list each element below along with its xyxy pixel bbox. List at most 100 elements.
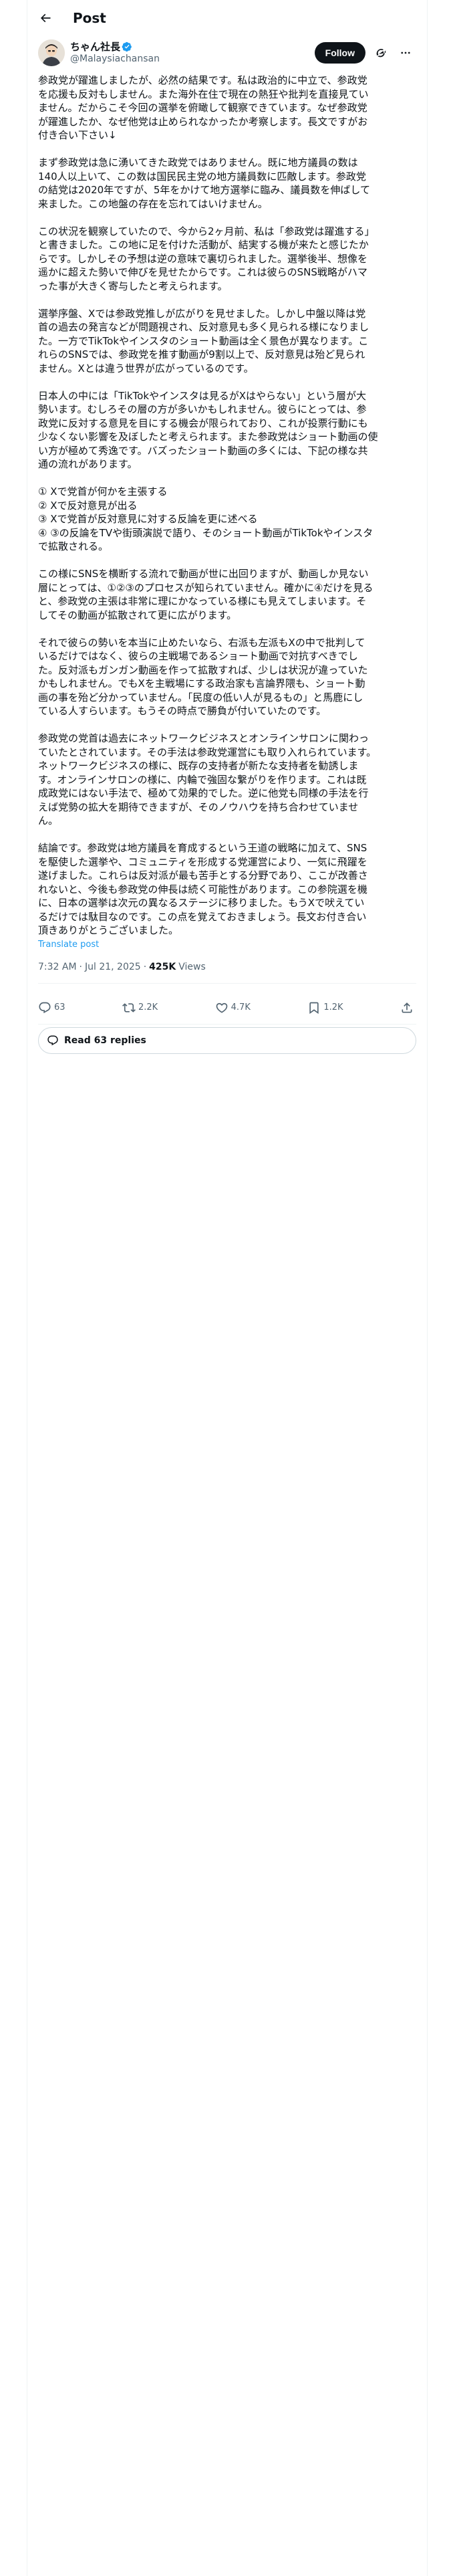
post-text-line: 政党に反対する意見を目にする機会が限られており、これが投票行動にも [38,417,368,429]
page-title: Post [73,9,106,26]
post-paragraph: 参政党が躍進しましたが、必然の結果です。私は政治的に中立で、参政党 を応援も反対も… [38,74,416,142]
post-text-line: が躍進したか、なぜ他党は止められなかったか考察します。長文ですがお [38,115,368,128]
post-text-line: ② Xで反対意見が出る [38,499,138,512]
author-names: ちゃん社長 @Malaysiachansan [70,41,315,65]
post-paragraph: それで彼らの勢いを本当に止めたいなら、右派も左派もXの中で批判して いるだけではな… [38,636,416,718]
post-text-line: 遥かに超えた勢いで伸びを見せたからです。これは彼らのSNS戦略がハマ [38,266,367,278]
post-text-line: 頂きありがとうございました。 [38,924,179,936]
repost-count: 2.2K [138,1002,158,1012]
post-text-line: ① Xで党首が何かを主張する [38,486,168,498]
arrow-left-icon [40,13,51,22]
grok-icon[interactable] [369,42,391,64]
post-text-line: ていたとされています。その手法は参政党運営にも取り入れられています。 [38,746,377,758]
like-button[interactable]: 4.7K [215,1001,251,1014]
post-text-line: ません。だからこそ今回の選挙を俯瞰して観察できています。なぜ参政党 [38,102,367,114]
post-text-line: 少なくない影響を及ぼしたと考えられます。また参政党はショート動画の使 [38,431,378,443]
views-label: Views [178,961,206,972]
translate-post-link[interactable]: Translate post [27,939,427,951]
share-upload-icon [402,1002,412,1012]
post-text-line: るだけでは駄目なのです。この点を覚えておきましょう。長文お付き合い [38,910,367,923]
post-paragraph: 参政党の党首は過去にネットワークビジネスとオンラインサロンに関わっ ていたとされて… [38,732,416,828]
post-text-line: を応援も反対もしません。また海外在住で現在の熱狂や批判を直接見てい [38,88,369,100]
post-text-line: 日本人の中には「TikTokやインスタは見るがXはやらない」という層が大 [38,389,367,402]
post-text-line: ている人すらいます。もうその時点で勝負が付いていたのです。 [38,705,327,717]
post-text-line: ません。Xとは違う世界が広がっているのです。 [38,362,254,374]
post-author-header: ちゃん社長 @Malaysiachansan Follow [27,35,427,66]
post-paragraph: 選挙序盤、Xでは参政党推しが広がりを見せました。しかし中盤以降は党 首の過去の発言… [38,307,416,376]
share-button[interactable] [400,1001,416,1014]
post-meta: 7:32 AM · Jul 21, 2025 · 425K Views [27,960,427,974]
meta-separator: · [79,961,82,972]
post-text-line: と書きました。この地に足を付けた活動が、結実する機が来たと感じたか [38,239,369,251]
post-paragraph: この様にSNSを横断する流れで動画が世に出回りますが、動画しか見ない 層にとっては… [38,567,416,622]
post-text-line: この様にSNSを横断する流れで動画が世に出回りますが、動画しか見ない [38,568,369,580]
post-text-line: 140人以上いて、この数は国民民主党の地方議員数に匹敵します。参政党 [38,170,366,183]
post-text-line: 首の過去の発言などが問題視され、反対意見も多く見られる様になりまし [38,321,369,333]
post-text-line: まず参政党は急に湧いてきた政党ではありません。既に地方議員の数は [38,156,358,169]
read-replies-button[interactable]: Read 63 replies [38,1027,416,1054]
divider [38,1023,416,1025]
post-text-line: 勢います。むしろその層の方が多いかもしれません。彼らにとっては、参 [38,403,367,415]
reply-count: 63 [54,1002,65,1012]
post-text-line: の結党は2020年ですが、5年をかけて地方選挙に臨み、議員数を伸ばして [38,184,370,196]
post-text-line: ん。 [38,815,59,827]
post-text-line: を駆使した選挙や、コミュニティを形成する党運営により、一気に飛躍を [38,855,367,868]
post-text-line: 層にとっては、①②③のプロセスが知られていません。確かに④だけを見る [38,581,373,594]
post-text-line: 通の流れがあります。 [38,458,138,470]
post-text-line: った事が大きく寄与したと考えられます。 [38,280,228,292]
reply-button[interactable]: 63 [38,1001,65,1014]
post-paragraph: まず参政党は急に湧いてきた政党ではありません。既に地方議員の数は 140人以上いて… [38,156,416,211]
handle[interactable]: @Malaysiachansan [70,53,315,65]
display-name[interactable]: ちゃん社長 [70,41,120,53]
avatar[interactable] [38,39,65,66]
bookmark-button[interactable]: 1.2K [307,1001,343,1014]
meta-separator: · [143,961,147,972]
post-text-line: 参政党が躍進しましたが、必然の結果です。私は政治的に中立で、参政党 [38,74,367,86]
divider [38,982,416,984]
action-bar: 63 2.2K 4.7K 1.2K [27,992,427,1024]
post-text-line: と、参政党の主張は非常に理にかなっている様にも見えてしまいます。そ [38,595,367,607]
post-text-line: い方が極めて秀逸です。バズったショート動画の多くには、下記の様な共 [38,444,368,457]
post-text-line: ネットワークビジネスの様に、既存の支持者が新たな支持者を勧誘しま [38,760,359,772]
post-text-line: 画の事を殆ど分かっていません。「民度の低い人が見るもの」と馬鹿にし [38,691,363,704]
post-text-line: れないと、今後も参政党の伸長は続く可能性があります。この参院選を機 [38,883,367,895]
back-button[interactable] [34,7,57,29]
post-text-line: 成政党にはない手法で、極めて効果的でした。逆に他党も同様の手法を行 [38,787,369,799]
repost-button[interactable]: 2.2K [122,1001,158,1014]
post-text-line: で拡散される。 [38,540,109,552]
post-time[interactable]: 7:32 AM [38,962,77,972]
verified-badge-icon [122,41,132,52]
post-text-line: いるだけではなく、彼らの主戦場であるショート動画で対抗すべきでし [38,650,358,662]
post-text-line: 参政党の党首は過去にネットワークビジネスとオンラインサロンに関わっ [38,732,369,744]
like-count: 4.7K [231,1002,251,1012]
post-text-line: ③ Xで党首が反対意見に対する反論を更に述べる [38,513,258,525]
topbar: Post [27,0,427,35]
post-date[interactable]: Jul 21, 2025 [85,962,141,972]
post-paragraph: この状況を観察していたので、今から2ヶ月前、私は「参政党は躍進する」 と書きました… [38,225,416,294]
heart-icon [216,1002,227,1013]
post-text-line: 選挙序盤、Xでは参政党推しが広がりを見せました。しかし中盤以降は党 [38,307,366,320]
post-text-line: れらのSNSでは、参政党を推す動画が9割以上で、反対意見は殆ど見られ [38,348,365,360]
repost-arrows-icon [122,1002,136,1012]
reply-bubble-icon [47,1035,58,1045]
post-text-line: えば党勢の拡大を期待できますが、そのノウハウを持ち合わせていませ [38,800,359,813]
post-text-line: た。反対派もガンガン動画を作って拡散すれば、少しは状況が違っていた [38,663,368,676]
more-dots-icon[interactable] [395,42,416,64]
post-text-line: 遂げました。これらは反対派が最も苦手とする分野であり、ここが改善さ [38,869,368,881]
bookmark-icon [309,1002,319,1014]
bookmark-count: 1.2K [323,1002,343,1012]
post-text-line: に、日本の選挙は次元の異なるステージに移りました。もうXで吠えてい [38,897,365,909]
post-paragraph: 日本人の中には「TikTokやインスタは見るがXはやらない」という層が大 勢います… [38,389,416,471]
post-text-line: らです。しかしその予想は逆の意味で裏切られました。選挙後半、想像を [38,252,368,265]
post-text-line: してその動画が拡散されて更に広がります。 [38,609,237,621]
post-text-line: ④ ③の反論をTVや街頭演説で語り、そのショート動画がTikTokやインスタ [38,526,373,539]
post-paragraph: 結論です。参政党は地方議員を育成するという王道の戦略に加えて、SNS を駆使した選… [38,841,416,938]
post-text-line: 付き合い下さい↓ [38,129,117,141]
post-text-line: この状況を観察していたので、今から2ヶ月前、私は「参政党は躍進する」 [38,225,375,237]
read-replies-label: Read 63 replies [64,1035,146,1046]
post-text-line: かもしれません。でもXを主戦場にする政治家も言論界隈も、ショート動 [38,677,365,689]
post-text-line: 結論です。参政党は地方議員を育成するという王道の戦略に加えて、SNS [38,842,367,854]
post-text: 参政党が躍進しましたが、必然の結果です。私は政治的に中立で、参政党 を応援も反対も… [27,66,427,938]
reply-bubble-icon [39,1002,51,1013]
follow-button[interactable]: Follow [314,42,365,64]
